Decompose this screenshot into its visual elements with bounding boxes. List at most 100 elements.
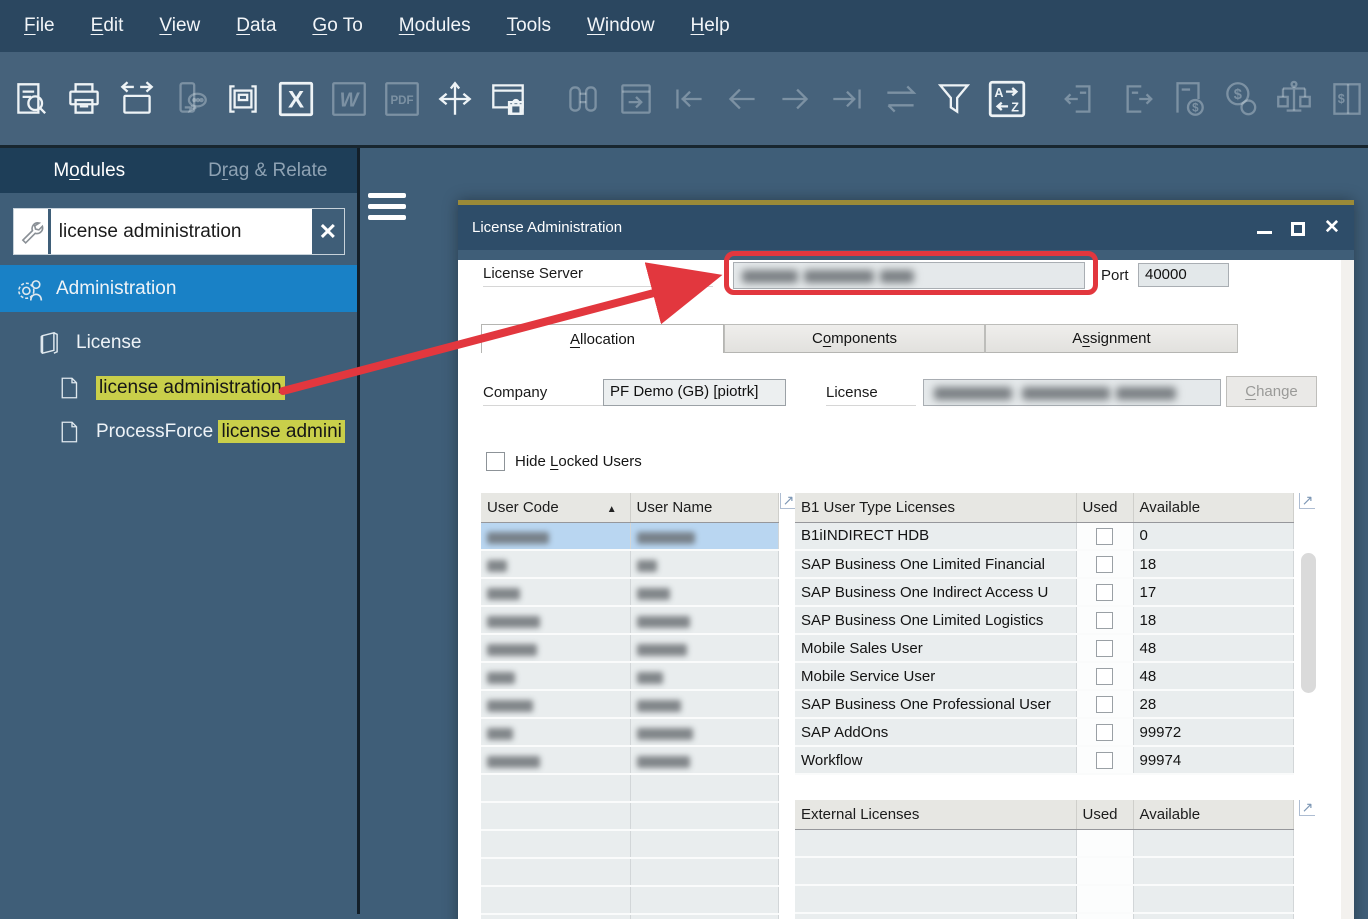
external-license-empty-row[interactable] bbox=[795, 857, 1293, 885]
sidebar-item-administration[interactable]: Administration bbox=[0, 265, 357, 312]
email-icon[interactable] bbox=[114, 76, 160, 122]
used-checkbox[interactable] bbox=[1096, 528, 1113, 545]
svg-text:PDF: PDF bbox=[390, 95, 413, 107]
tab-modules[interactable]: Modules bbox=[0, 160, 179, 182]
filter-icon[interactable] bbox=[931, 76, 977, 122]
menu-tools[interactable]: Tools bbox=[507, 15, 551, 37]
used-checkbox[interactable] bbox=[1096, 752, 1113, 769]
b1-license-row[interactable]: SAP Business One Limited Logistics18 bbox=[795, 606, 1293, 634]
maximize-button[interactable] bbox=[1290, 220, 1306, 236]
b1-license-row[interactable]: Mobile Service User48 bbox=[795, 662, 1293, 690]
expand-external-table-icon[interactable]: ↗ bbox=[1299, 800, 1315, 816]
copy-icon[interactable] bbox=[220, 76, 266, 122]
used-checkbox[interactable] bbox=[1096, 612, 1113, 629]
print-icon[interactable] bbox=[61, 76, 107, 122]
search-input[interactable] bbox=[51, 209, 312, 254]
desktop-area: License Administration ✕ License Server … bbox=[360, 148, 1368, 914]
menu-modules[interactable]: Modules bbox=[399, 15, 471, 37]
used-header[interactable]: Used bbox=[1076, 800, 1133, 829]
user-name-header[interactable]: User Name bbox=[630, 493, 778, 522]
external-license-empty-row[interactable] bbox=[795, 829, 1293, 857]
user-code-header[interactable]: User Code▲ bbox=[481, 493, 630, 522]
clear-search-icon[interactable]: ✕ bbox=[312, 209, 344, 254]
hide-locked-users-row: Hide Locked Users bbox=[486, 452, 1341, 471]
minimize-button[interactable] bbox=[1256, 220, 1272, 236]
tab-modules-pre: M bbox=[53, 160, 69, 181]
used-checkbox[interactable] bbox=[1096, 584, 1113, 601]
user-table-row[interactable] bbox=[481, 550, 778, 578]
print-preview-icon[interactable] bbox=[8, 76, 54, 122]
menu-go-to[interactable]: Go To bbox=[312, 15, 362, 37]
hide-locked-users-checkbox[interactable] bbox=[486, 452, 505, 471]
license-server-field[interactable] bbox=[733, 262, 1085, 289]
user-table-row[interactable] bbox=[481, 662, 778, 690]
wrench-icon[interactable] bbox=[14, 209, 48, 254]
menu-data[interactable]: Data bbox=[236, 15, 276, 37]
b1-table-scrollbar[interactable] bbox=[1301, 553, 1316, 693]
tab-drag-relate[interactable]: Drag & Relate bbox=[179, 160, 358, 182]
lock-screen-icon[interactable] bbox=[485, 76, 531, 122]
b1-license-row[interactable]: B1iINDIRECT HDB0 bbox=[795, 522, 1293, 550]
b1-license-row[interactable]: Mobile Sales User48 bbox=[795, 634, 1293, 662]
excel-export-icon[interactable]: X bbox=[273, 76, 319, 122]
user-table-empty-row[interactable] bbox=[481, 858, 778, 886]
user-table-empty-row[interactable] bbox=[481, 774, 778, 802]
b1-license-row[interactable]: SAP AddOns99972 bbox=[795, 718, 1293, 746]
user-table-row[interactable] bbox=[481, 606, 778, 634]
b1-license-row[interactable]: SAP Business One Professional User28 bbox=[795, 690, 1293, 718]
user-table-row[interactable] bbox=[481, 634, 778, 662]
user-table-empty-row[interactable] bbox=[481, 830, 778, 858]
b1-license-row[interactable]: SAP Business One Limited Financial18 bbox=[795, 550, 1293, 578]
b1-license-header[interactable]: B1 User Type Licenses bbox=[795, 493, 1076, 522]
available-header[interactable]: Available bbox=[1133, 493, 1293, 522]
menu-bar: File Edit View Data Go To Modules Tools Window H… bbox=[0, 0, 1368, 52]
used-header[interactable]: Used bbox=[1076, 493, 1133, 522]
license-key-field[interactable] bbox=[923, 379, 1221, 406]
port-field[interactable]: 40000 bbox=[1138, 263, 1229, 287]
company-field[interactable]: PF Demo (GB) [piotrk] bbox=[603, 379, 786, 406]
hide-locked-users-label: Hide Locked Users bbox=[515, 453, 642, 470]
expand-user-table-icon[interactable]: ↗ bbox=[780, 493, 796, 509]
find-icon bbox=[560, 76, 606, 122]
external-license-empty-row[interactable] bbox=[795, 885, 1293, 913]
menu-edit[interactable]: Edit bbox=[91, 15, 124, 37]
used-checkbox[interactable] bbox=[1096, 556, 1113, 573]
tab-components[interactable]: Components bbox=[724, 324, 985, 353]
refresh-icon bbox=[878, 76, 924, 122]
menu-help[interactable]: Help bbox=[691, 15, 730, 37]
tab-assignment[interactable]: Assignment bbox=[985, 324, 1238, 353]
sidebar-item-license-administration[interactable]: license administration bbox=[0, 366, 357, 410]
user-table-row[interactable] bbox=[481, 718, 778, 746]
used-checkbox[interactable] bbox=[1096, 696, 1113, 713]
b1-license-row[interactable]: SAP Business One Indirect Access U17 bbox=[795, 578, 1293, 606]
used-checkbox[interactable] bbox=[1096, 668, 1113, 685]
user-table-empty-row[interactable] bbox=[481, 802, 778, 830]
window-title-bar[interactable]: License Administration ✕ bbox=[458, 205, 1354, 250]
user-table-row[interactable] bbox=[481, 690, 778, 718]
close-button[interactable]: ✕ bbox=[1324, 220, 1340, 236]
change-button[interactable]: Change bbox=[1226, 376, 1317, 407]
tab-allocation[interactable]: Allocation bbox=[481, 324, 724, 353]
menu-window[interactable]: Window bbox=[587, 15, 655, 37]
available-count: 99972 bbox=[1133, 718, 1293, 746]
used-checkbox[interactable] bbox=[1096, 640, 1113, 657]
b1-license-row[interactable]: Workflow99974 bbox=[795, 746, 1293, 774]
external-licenses-header[interactable]: External Licenses bbox=[795, 800, 1076, 829]
hamburger-menu-icon[interactable] bbox=[368, 193, 406, 226]
user-table-row[interactable] bbox=[481, 746, 778, 774]
sidebar-item-processforce-license-admin[interactable]: ProcessForce license admini bbox=[0, 410, 357, 454]
user-table-row[interactable] bbox=[481, 522, 778, 550]
menu-file[interactable]: File bbox=[24, 15, 55, 37]
license-server-label: License Server bbox=[483, 265, 713, 287]
expand-b1-table-icon[interactable]: ↗ bbox=[1299, 493, 1315, 509]
user-table-empty-row[interactable] bbox=[481, 914, 778, 919]
sort-icon[interactable]: AZ bbox=[984, 76, 1030, 122]
launch-application-icon[interactable] bbox=[432, 76, 478, 122]
menu-view[interactable]: View bbox=[159, 15, 200, 37]
sidebar-item-license-folder[interactable]: License bbox=[0, 320, 357, 366]
available-header[interactable]: Available bbox=[1133, 800, 1293, 829]
pdf-export-icon: PDF bbox=[379, 76, 425, 122]
user-table-empty-row[interactable] bbox=[481, 886, 778, 914]
used-checkbox[interactable] bbox=[1096, 724, 1113, 741]
user-table-row[interactable] bbox=[481, 578, 778, 606]
